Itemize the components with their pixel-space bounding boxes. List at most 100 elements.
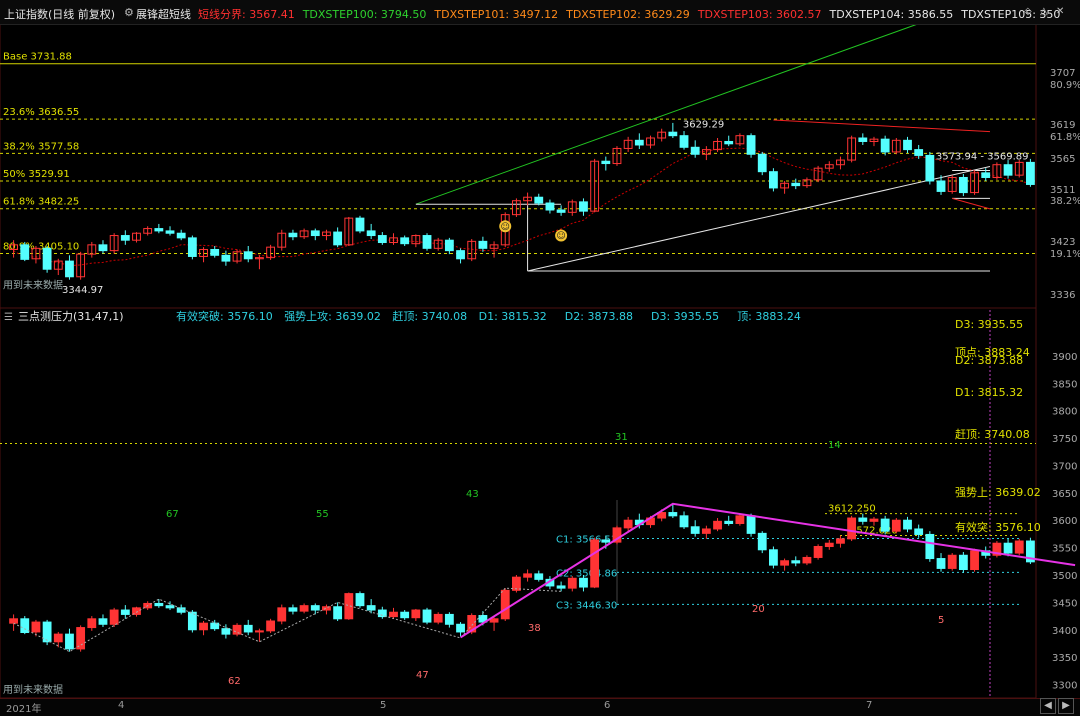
price-axis-label: 38.2% (1050, 196, 1080, 207)
lower-value-有效突破: 有效突破: 3576.10 (176, 309, 273, 323)
scroll-right-button[interactable]: ▶ (1058, 698, 1074, 714)
candle-body (411, 609, 421, 619)
support-line-red (952, 197, 991, 210)
candle-body (165, 230, 175, 234)
candle-body (914, 528, 924, 535)
candle-body (76, 627, 86, 650)
candle-body (288, 232, 298, 238)
candle-body (277, 607, 287, 622)
candle-body (780, 560, 789, 566)
candle-body (970, 550, 979, 571)
price-axis-label: 19.1% (1050, 249, 1080, 260)
candle-body (590, 539, 600, 588)
candle-body (255, 630, 264, 633)
candle-body (1003, 164, 1013, 176)
indicator-values: 短线分界: 3567.41 TDXSTEP100: 3794.50 TDXSTEP1… (198, 6, 1068, 22)
candle-body (936, 180, 946, 192)
candle-body (757, 153, 767, 173)
candle-body (444, 613, 454, 625)
candle-body (668, 131, 678, 137)
candle-body (210, 248, 220, 256)
price-axis-label: 3350 (1052, 653, 1077, 664)
wave-number: 14 (828, 440, 841, 451)
candle-body (769, 171, 778, 189)
future-data-label: 用到未来数据 (3, 278, 63, 291)
fib-label: 61.8% 3482.25 (3, 197, 79, 208)
candle-body (847, 517, 857, 540)
candle-body (478, 240, 488, 249)
pressure-label: 赶顶: 3740.08 (955, 427, 1030, 441)
candle-body (210, 622, 220, 630)
candle-body (31, 621, 41, 633)
close-icon[interactable]: ✕ (1056, 6, 1064, 17)
candle-body (456, 250, 465, 260)
candle-body (187, 237, 197, 257)
date-label: 7 (866, 700, 873, 711)
chart-canvas[interactable]: Base 3731.88 23.6% 3636.55 38.2% 3577.58 50… (0, 0, 1080, 715)
pressure-label: 有效突: 3576.10 (955, 520, 1041, 534)
candle-body (165, 605, 175, 609)
scroll-left-button[interactable]: ◀ (1040, 698, 1056, 714)
candle-body (433, 613, 443, 623)
emoji-face: ☺ (556, 231, 565, 242)
candle-body (903, 139, 912, 151)
lower-value-赶顶: 赶顶: 3740.08 (392, 309, 467, 323)
price-axis-label: 3600 (1052, 516, 1077, 527)
symbol-title[interactable]: 上证指数(日线 前复权) (4, 6, 115, 22)
candle-body (98, 618, 108, 625)
candle-body (579, 577, 588, 588)
emoji-face: ☺ (501, 221, 510, 232)
candle-body (154, 602, 164, 607)
fib-label: 38.2% 3577.58 (3, 141, 79, 152)
candle-body (567, 577, 577, 589)
price-axis-label: 3336 (1050, 290, 1075, 301)
price-axis-label: 3450 (1052, 598, 1077, 609)
indicator-name[interactable]: 展锋超短线 (136, 6, 191, 22)
candle-body (601, 160, 611, 165)
lower-value-D3: D3: 3935.55 (651, 310, 719, 323)
candle-body (310, 230, 320, 237)
candle-body (53, 633, 63, 643)
price-axis-label: 3850 (1052, 379, 1077, 390)
candle-body (936, 558, 946, 569)
high-price-label: 3629.29 (683, 119, 724, 130)
gear-icon[interactable]: ⚙ (124, 6, 134, 19)
fib-label: 23.6% 3636.55 (3, 107, 79, 118)
date-label: 4 (118, 700, 125, 711)
candle-body (903, 519, 912, 530)
settings-icon[interactable]: ◇ (1024, 6, 1032, 17)
price-axis-label: 3565 (1050, 154, 1075, 165)
pressure-label: 强势上: 3639.02 (955, 486, 1041, 499)
wave-number: 67 (166, 509, 179, 520)
candle-body (243, 624, 253, 633)
price-axis-label: 3707 (1050, 68, 1075, 79)
candle-body (333, 231, 343, 246)
price-axis-label: 3300 (1052, 681, 1077, 692)
header-value-0: 短线分界: 3567.41 (198, 8, 295, 21)
date-label: 6 (604, 700, 611, 711)
price-axis-label: 3750 (1052, 434, 1077, 445)
chevron-up-icon[interactable]: △ (1040, 6, 1048, 17)
price-axis-label: 3700 (1052, 461, 1077, 472)
candle-body (679, 515, 689, 528)
candle-body (947, 554, 957, 569)
candle-body (1003, 542, 1013, 554)
candle-body (679, 135, 689, 148)
candle-body (120, 235, 130, 241)
candle-body (690, 146, 700, 155)
candle-body (836, 538, 845, 544)
c-level-label: C2: 3504.86 (556, 568, 617, 579)
candle-body (20, 618, 30, 633)
date-axis: 2021年 4 5 6 7 (0, 698, 1080, 716)
candle-body (389, 611, 398, 618)
candle-body (1014, 540, 1024, 554)
candle-body (534, 573, 544, 580)
upper-panel-frame (0, 23, 1037, 309)
base-label: Base 3731.88 (3, 52, 72, 63)
wave-number: 20 (752, 604, 765, 615)
candle-body (623, 519, 633, 529)
price-axis-label: 3800 (1052, 407, 1077, 418)
candle-body (724, 140, 734, 145)
candle-body (869, 518, 879, 522)
candle-body (176, 232, 186, 239)
